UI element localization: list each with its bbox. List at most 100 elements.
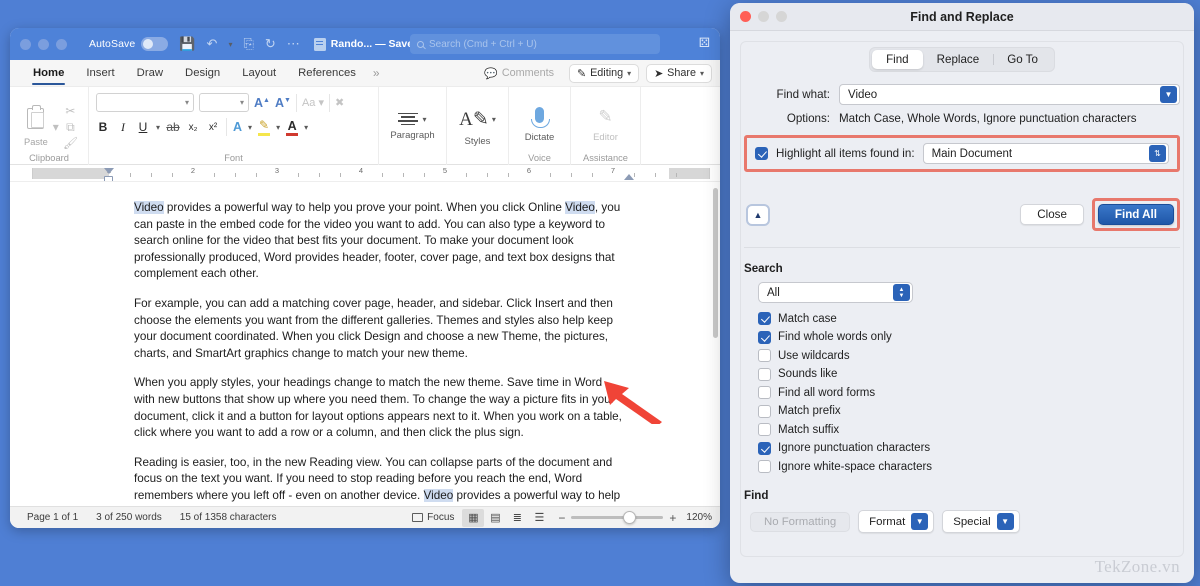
styles-chevron-down-icon[interactable]: ▾ bbox=[492, 115, 496, 124]
share-users-icon[interactable]: ⚄ bbox=[699, 35, 710, 51]
font-color-icon[interactable]: A bbox=[286, 119, 298, 136]
match-prefix-checkbox[interactable] bbox=[758, 405, 771, 418]
zoom-slider[interactable] bbox=[571, 516, 663, 519]
draft-view-button[interactable]: ☰ bbox=[528, 509, 550, 527]
font-color-chevron-down-icon[interactable]: ▾ bbox=[304, 123, 308, 132]
focus-mode-button[interactable]: Focus bbox=[404, 512, 462, 523]
ribbon-tab-design[interactable]: Design bbox=[174, 60, 231, 87]
search-input[interactable]: Search (Cmd + Ctrl + U) bbox=[410, 34, 660, 54]
document-page[interactable]: Video provides a powerful way to help yo… bbox=[32, 182, 710, 503]
find-all-button[interactable]: Find All bbox=[1098, 204, 1174, 225]
redo-icon[interactable]: ⎘ bbox=[243, 36, 253, 52]
styles-button[interactable]: A✎ ▾ Styles bbox=[459, 108, 496, 147]
tab-replace[interactable]: Replace bbox=[923, 50, 994, 69]
search-scope-select[interactable]: All ▲▼ bbox=[758, 282, 913, 303]
sounds-like-checkbox[interactable] bbox=[758, 368, 771, 381]
window-traffic-lights[interactable] bbox=[20, 39, 67, 50]
close-button[interactable]: Close bbox=[1020, 204, 1084, 225]
special-chevron-down-icon[interactable]: ▼ bbox=[997, 513, 1014, 530]
close-window-button[interactable] bbox=[20, 39, 31, 50]
highlight-all-checkbox[interactable] bbox=[755, 147, 768, 160]
undo-chevron-down-icon[interactable]: ▾ bbox=[228, 40, 232, 49]
undo-icon[interactable]: ↶ bbox=[207, 36, 218, 52]
option-ignore-punctuation-characters[interactable]: Ignore punctuation characters bbox=[758, 442, 1180, 455]
superscript-icon[interactable]: x² bbox=[206, 122, 220, 133]
paste-chevron-down-icon[interactable]: ▾ bbox=[53, 121, 59, 133]
change-case-icon[interactable]: Aa ▾ bbox=[302, 96, 324, 109]
paragraph-button[interactable]: ▾ Paragraph bbox=[390, 113, 434, 141]
match-case-checkbox[interactable] bbox=[758, 312, 771, 325]
search-scope-stepper-icon[interactable]: ▲▼ bbox=[893, 284, 910, 301]
underline-icon[interactable]: U bbox=[136, 120, 150, 134]
subscript-icon[interactable]: x₂ bbox=[186, 122, 200, 133]
option-sounds-like[interactable]: Sounds like bbox=[758, 368, 1180, 381]
dictate-button[interactable]: Dictate bbox=[525, 107, 555, 147]
option-use-wildcards[interactable]: Use wildcards bbox=[758, 349, 1180, 362]
zoom-in-icon[interactable]: + bbox=[669, 511, 676, 525]
format-painter-icon[interactable]: 🖌 bbox=[63, 137, 78, 149]
editor-button[interactable]: ✎ Editor bbox=[593, 107, 618, 147]
option-find-whole-words-only[interactable]: Find whole words only bbox=[758, 331, 1180, 344]
status-character-count[interactable]: 15 of 1358 characters bbox=[171, 512, 286, 523]
ribbon-tab-references[interactable]: References bbox=[287, 60, 367, 87]
highlight-scope-stepper-icon[interactable]: ⇅ bbox=[1149, 145, 1166, 162]
strikethrough-icon[interactable]: ab bbox=[166, 120, 180, 134]
increase-font-size-icon[interactable]: A▲ bbox=[254, 96, 270, 110]
underline-chevron-down-icon[interactable]: ▾ bbox=[156, 123, 160, 132]
find-all-word-forms-checkbox[interactable] bbox=[758, 386, 771, 399]
find-whole-words-only-checkbox[interactable] bbox=[758, 331, 771, 344]
print-layout-view-button[interactable]: ▦ bbox=[462, 509, 484, 527]
outline-view-button[interactable]: ≣ bbox=[506, 509, 528, 527]
ribbon-tab-layout[interactable]: Layout bbox=[231, 60, 287, 87]
no-formatting-button[interactable]: No Formatting bbox=[750, 512, 850, 532]
find-what-chevron-down-icon[interactable]: ▼ bbox=[1160, 86, 1177, 103]
editing-button[interactable]: ✎ Editing ▾ bbox=[569, 64, 639, 83]
font-family-select[interactable]: ▾ bbox=[96, 93, 194, 112]
more-options-icon[interactable]: ⋯ bbox=[287, 36, 300, 52]
collapse-dialog-button[interactable]: ▲ bbox=[746, 204, 770, 226]
zoom-control[interactable]: − + 120% bbox=[558, 511, 712, 525]
highlight-chevron-down-icon[interactable]: ▾ bbox=[276, 123, 280, 132]
share-button[interactable]: ➤ Share ▾ bbox=[646, 64, 712, 83]
comments-button[interactable]: 💬 Comments bbox=[476, 64, 562, 83]
zoom-out-icon[interactable]: − bbox=[558, 511, 565, 525]
paste-button[interactable]: Paste bbox=[24, 108, 48, 147]
italic-icon[interactable]: I bbox=[116, 120, 130, 135]
text-effects-chevron-down-icon[interactable]: ▾ bbox=[248, 123, 252, 132]
cut-scissors-icon[interactable]: ✂ bbox=[65, 105, 75, 117]
ignore-white-space-characters-checkbox[interactable] bbox=[758, 460, 771, 473]
maximize-window-button[interactable] bbox=[56, 39, 67, 50]
option-match-prefix[interactable]: Match prefix bbox=[758, 405, 1180, 418]
option-match-case[interactable]: Match case bbox=[758, 312, 1180, 325]
format-chevron-down-icon[interactable]: ▼ bbox=[911, 513, 928, 530]
bold-icon[interactable]: B bbox=[96, 120, 110, 134]
ribbon-tab-draw[interactable]: Draw bbox=[126, 60, 174, 87]
clear-formatting-icon[interactable]: ✖ bbox=[335, 96, 344, 109]
status-word-count[interactable]: 3 of 250 words bbox=[87, 512, 171, 523]
ignore-punctuation-characters-checkbox[interactable] bbox=[758, 442, 771, 455]
vertical-scrollbar[interactable] bbox=[713, 188, 718, 338]
ribbon-tabs-overflow-icon[interactable]: » bbox=[367, 66, 386, 80]
option-find-all-word-forms[interactable]: Find all word forms bbox=[758, 386, 1180, 399]
first-line-indent-marker[interactable] bbox=[104, 168, 114, 174]
autosave-toggle[interactable] bbox=[141, 37, 168, 51]
decrease-font-size-icon[interactable]: A▼ bbox=[275, 96, 291, 110]
highlight-scope-select[interactable]: Main Document ⇅ bbox=[923, 143, 1169, 164]
find-what-input[interactable]: Video ▼ bbox=[839, 84, 1180, 105]
horizontal-ruler[interactable]: 1 2 3 4 5 6 7 bbox=[10, 165, 720, 182]
right-indent-marker[interactable] bbox=[624, 174, 634, 180]
save-icon[interactable]: 💾 bbox=[179, 36, 195, 52]
copy-icon[interactable]: ⧉ bbox=[66, 121, 75, 133]
special-button[interactable]: Special ▼ bbox=[942, 510, 1019, 533]
use-wildcards-checkbox[interactable] bbox=[758, 349, 771, 362]
ribbon-tab-home[interactable]: Home bbox=[22, 60, 75, 87]
format-button[interactable]: Format ▼ bbox=[858, 510, 934, 533]
ribbon-tab-insert[interactable]: Insert bbox=[75, 60, 125, 87]
option-ignore-white-space-characters[interactable]: Ignore white-space characters bbox=[758, 460, 1180, 473]
match-suffix-checkbox[interactable] bbox=[758, 423, 771, 436]
zoom-level-label[interactable]: 120% bbox=[686, 512, 712, 523]
paragraph-chevron-down-icon[interactable]: ▾ bbox=[422, 115, 426, 124]
font-size-select[interactable]: ▾ bbox=[199, 93, 249, 112]
text-highlight-color-icon[interactable]: ✎ bbox=[258, 118, 270, 136]
refresh-icon[interactable]: ↻ bbox=[265, 36, 276, 52]
